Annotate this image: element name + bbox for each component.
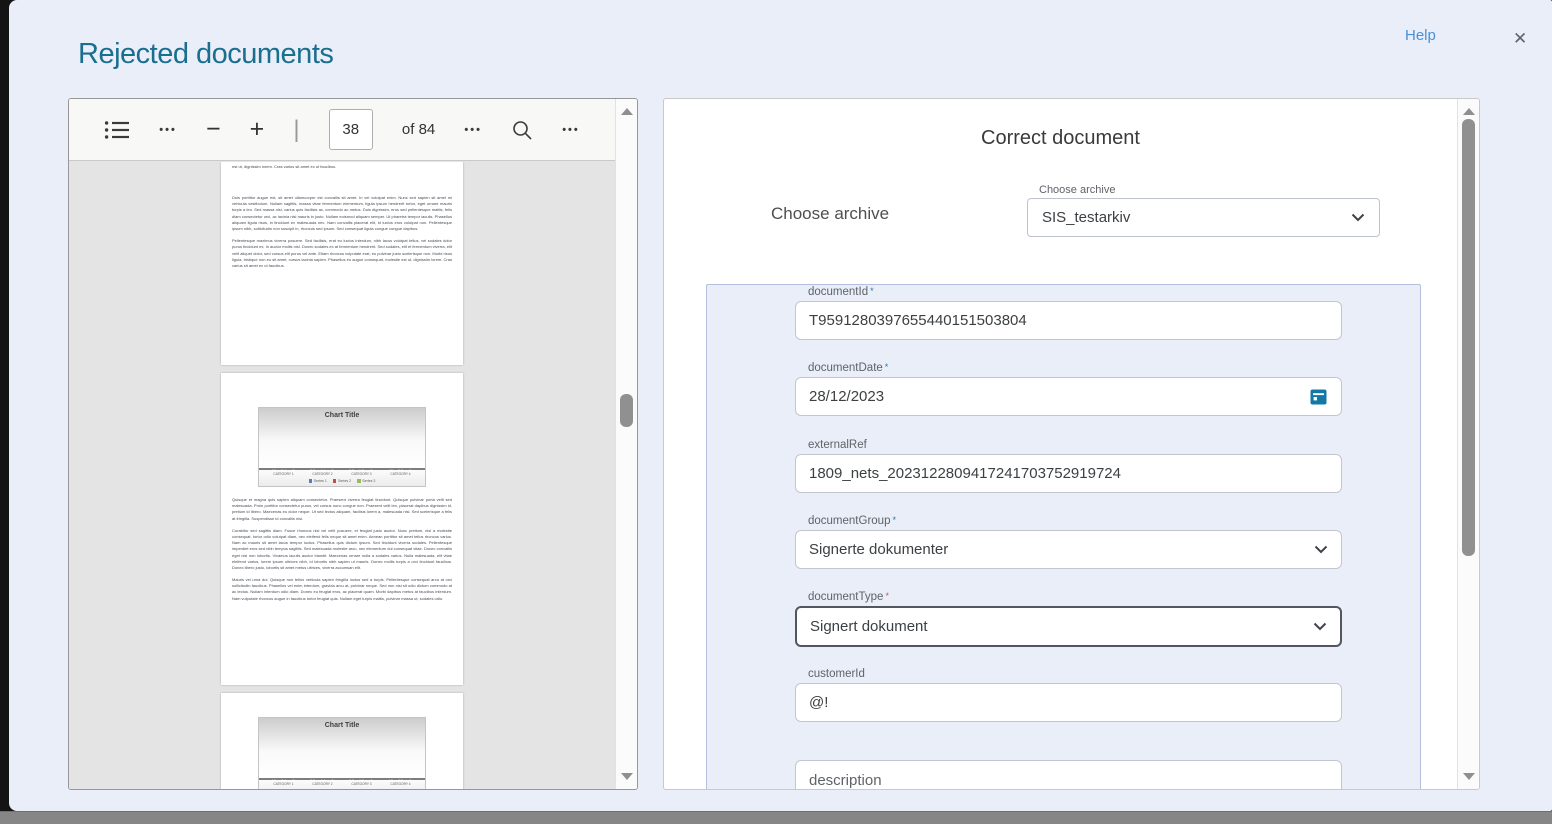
pdf-page: Chart Title4.32.422.54.423.51.834.52.85C… <box>221 373 463 685</box>
field-label: documentGroup* <box>808 515 1342 527</box>
pdf-page: est ut, dignissim lorem. Cras varius sit… <box>221 162 463 365</box>
zoom-in-button[interactable]: + <box>250 115 265 144</box>
page-text-line: est ut, dignissim lorem. Cras varius sit… <box>232 164 452 169</box>
externalref-input[interactable]: 1809_nets_2023122809417241703752919724 <box>795 454 1342 493</box>
page-paragraph: Curabitur sed sagittis diam. Fusce rhonc… <box>232 528 452 571</box>
documentid-field: documentId* T9591280397655440151503804 <box>795 286 1342 340</box>
page-title: Rejected documents <box>78 38 333 71</box>
page-paragraph: Pellentesque maximus viverra posuere. Se… <box>232 238 452 269</box>
scrollbar-thumb[interactable] <box>1462 119 1475 556</box>
help-link[interactable]: Help <box>1405 27 1436 44</box>
bar-chart: Chart Title4.32.422.54.423.51.834.52.85C… <box>258 717 426 789</box>
chevron-down-icon <box>1313 622 1327 631</box>
documentdate-input[interactable]: 28/12/2023 <box>795 377 1342 416</box>
description-field: description <box>795 760 1342 790</box>
toolbar-divider: | <box>293 116 299 144</box>
search-icon[interactable] <box>511 119 533 141</box>
toolbar-overflow-icon[interactable]: ••• <box>464 124 482 136</box>
bar-chart: Chart Title4.32.422.54.423.51.834.52.85C… <box>258 407 426 487</box>
rejected-documents-dialog: Rejected documents Help ✕ ••• − + | of 8… <box>9 0 1552 811</box>
field-label: Choose archive <box>1039 184 1115 196</box>
toolbar-overflow-icon[interactable]: ••• <box>159 124 177 136</box>
window-bottom-edge <box>0 811 1552 824</box>
required-asterisk: * <box>885 362 889 372</box>
scroll-down-icon[interactable] <box>1463 773 1475 780</box>
pdf-viewer-panel: ••• − + | of 84 ••• ••• est ut, dignissi… <box>68 98 638 790</box>
page-number-input[interactable] <box>329 109 373 150</box>
scrollbar-thumb[interactable] <box>620 394 633 427</box>
page-paragraph: Mauris vel urna dui. Quisque non tellus … <box>232 577 452 602</box>
choose-archive-label: Choose archive <box>771 204 889 224</box>
pdf-toolbar: ••• − + | of 84 ••• ••• <box>69 99 615 161</box>
documentid-input[interactable]: T9591280397655440151503804 <box>795 301 1342 340</box>
pdf-page: Chart Title4.32.422.54.423.51.834.52.85C… <box>221 693 463 789</box>
form-scrollbar[interactable] <box>1457 99 1479 789</box>
required-asterisk: * <box>892 515 896 525</box>
field-label: externalRef <box>808 439 1342 451</box>
documentgroup-field: documentGroup* Signerte dokumenter <box>795 515 1342 569</box>
toolbar-overflow-icon[interactable]: ••• <box>562 124 580 136</box>
thumbnails-icon[interactable] <box>104 120 130 140</box>
selected-archive-value: SIS_testarkiv <box>1042 209 1130 226</box>
pdf-scrollbar[interactable] <box>615 99 637 789</box>
page-paragraph: Duis porttitor augue est, sit amet ullam… <box>232 195 452 232</box>
page-count-label: of 84 <box>402 121 435 138</box>
scroll-down-icon[interactable] <box>621 773 633 780</box>
externalref-field: externalRef 1809_nets_202312280941724170… <box>795 439 1342 493</box>
required-asterisk: * <box>885 591 889 601</box>
calendar-icon[interactable] <box>1309 387 1328 406</box>
form-title: Correct document <box>664 127 1457 150</box>
scroll-up-icon[interactable] <box>621 108 633 115</box>
documenttype-select[interactable]: Signert dokument <box>795 606 1342 647</box>
pdf-pages-area: est ut, dignissim lorem. Cras varius sit… <box>69 162 615 789</box>
required-asterisk: * <box>870 286 874 296</box>
close-icon[interactable]: ✕ <box>1509 25 1531 53</box>
documentdate-field: documentDate* 28/12/2023 <box>795 362 1342 416</box>
page-paragraph: Quisque et magna quis sapien aliquam con… <box>232 497 452 522</box>
documentgroup-select[interactable]: Signerte dokumenter <box>795 530 1342 569</box>
zoom-out-button[interactable]: − <box>206 115 221 144</box>
choose-archive-select[interactable]: Choose archive SIS_testarkiv <box>1027 198 1380 237</box>
chevron-down-icon <box>1351 213 1365 222</box>
description-textarea[interactable]: description <box>795 760 1342 790</box>
field-label: documentType* <box>808 591 1342 603</box>
field-label: customerId <box>808 668 1342 680</box>
chevron-down-icon <box>1314 545 1328 554</box>
field-label: documentDate* <box>808 362 1342 374</box>
correct-document-panel: Correct document Choose archive Choose a… <box>663 98 1480 790</box>
document-fields-group: documentId* T9591280397655440151503804 d… <box>706 284 1421 790</box>
field-label: documentId* <box>808 286 1342 298</box>
documenttype-field: documentType* Signert dokument <box>795 591 1342 647</box>
customerid-field: customerId @! <box>795 668 1342 722</box>
scroll-up-icon[interactable] <box>1463 108 1475 115</box>
customerid-input[interactable]: @! <box>795 683 1342 722</box>
